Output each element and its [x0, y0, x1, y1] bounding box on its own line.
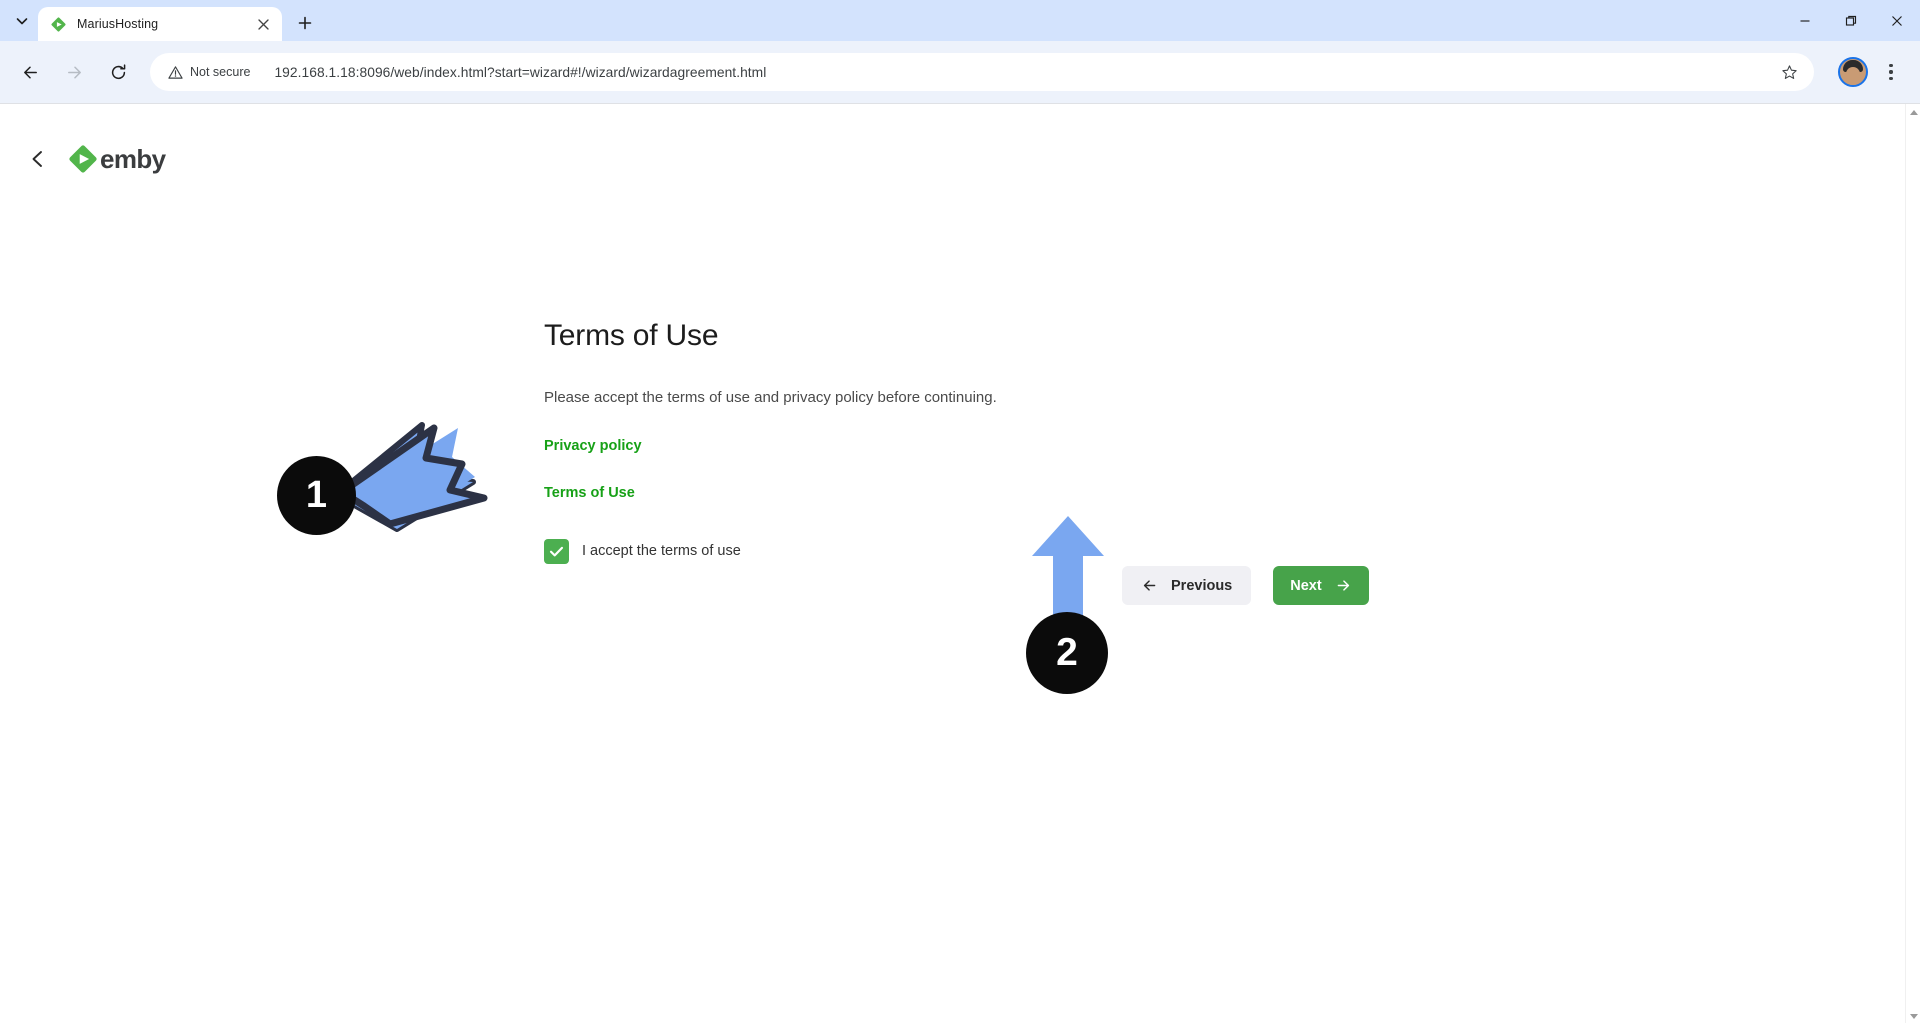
maximize-window-button[interactable] — [1828, 0, 1874, 41]
scroll-down-arrow-icon — [1909, 1013, 1918, 1019]
minimize-window-button[interactable] — [1782, 0, 1828, 41]
site-security-label: Not secure — [190, 65, 251, 79]
plus-icon — [298, 16, 312, 30]
page-back-button[interactable] — [16, 137, 60, 181]
emby-wordmark: emby — [100, 143, 166, 174]
accept-terms-row: I accept the terms of use — [544, 538, 1364, 564]
annotation-badge-2: 2 — [1026, 612, 1108, 694]
address-bar[interactable]: Not secure 192.168.1.18:8096/web/index.h… — [150, 53, 1814, 91]
new-tab-button[interactable] — [290, 8, 320, 38]
wizard-description: Please accept the terms of use and priva… — [544, 389, 997, 406]
window-controls — [1782, 0, 1920, 41]
page-viewport: emby Terms of Use Please accept the term… — [0, 103, 1920, 1023]
annotation-badge-1: 1 — [277, 456, 356, 535]
avatar-face — [1846, 67, 1860, 85]
menu-dot — [1889, 76, 1893, 81]
annotation-arrow-1 — [338, 422, 476, 532]
star-icon — [1781, 64, 1797, 79]
terms-of-use-link[interactable]: Terms of Use — [544, 485, 635, 501]
emby-header: emby — [0, 129, 166, 189]
arrow-left-icon — [1143, 580, 1156, 591]
bookmark-button[interactable] — [1772, 55, 1806, 89]
close-window-button[interactable] — [1874, 0, 1920, 41]
page-scrollbar[interactable] — [1905, 104, 1920, 1023]
close-icon — [257, 18, 269, 30]
previous-button[interactable]: Previous — [1122, 566, 1252, 605]
reload-icon — [111, 63, 125, 79]
scroll-up-arrow-icon — [1909, 109, 1918, 115]
browser-tab[interactable]: MariusHosting — [38, 7, 282, 41]
browser-toolbar: Not secure 192.168.1.18:8096/web/index.h… — [0, 41, 1920, 103]
tab-title: MariusHosting — [77, 17, 159, 31]
back-button[interactable] — [13, 55, 47, 89]
browser-chrome: MariusHosting Not secure 192.168.1.18:80… — [0, 0, 1920, 103]
minimize-icon — [1800, 19, 1810, 22]
maximize-icon — [1845, 15, 1857, 26]
warning-triangle-icon — [168, 65, 183, 79]
arrow-right-icon — [1337, 580, 1349, 591]
scrollbar-up-button[interactable] — [1906, 104, 1920, 120]
emby-logo[interactable]: emby — [68, 144, 166, 175]
wizard-button-row: Previous Next — [1122, 566, 1369, 605]
previous-button-label: Previous — [1171, 577, 1233, 594]
site-security-chip[interactable]: Not secure — [154, 57, 262, 87]
next-button[interactable]: Next — [1273, 566, 1369, 605]
forward-button[interactable] — [57, 55, 91, 89]
arrow-left-icon — [23, 66, 37, 78]
wizard-content: Terms of Use Please accept the terms of … — [544, 319, 1364, 564]
next-button-label: Next — [1290, 577, 1322, 594]
privacy-policy-link[interactable]: Privacy policy — [544, 438, 642, 454]
chevron-down-icon — [16, 18, 28, 25]
chevron-left-icon — [32, 151, 42, 167]
tab-search-button[interactable] — [8, 7, 36, 35]
checkmark-icon — [549, 546, 564, 556]
accept-terms-label[interactable]: I accept the terms of use — [582, 543, 741, 559]
reload-button[interactable] — [101, 55, 135, 89]
annotation-badge-2-label: 2 — [1056, 631, 1078, 674]
annotation-arrow-1-shape — [338, 424, 488, 528]
menu-dot — [1889, 70, 1893, 74]
scrollbar-down-button[interactable] — [1906, 1008, 1920, 1023]
arrow-right-icon — [67, 66, 81, 78]
browser-menu-button[interactable] — [1874, 55, 1908, 89]
tab-close-button[interactable] — [252, 13, 274, 35]
emby-diamond-icon — [51, 16, 66, 32]
accept-terms-checkbox[interactable] — [544, 538, 569, 564]
close-icon — [1892, 15, 1902, 26]
page-title: Terms of Use — [544, 319, 719, 352]
emby-diamond-play-icon — [69, 145, 97, 173]
tab-strip: MariusHosting — [0, 0, 1920, 41]
annotation-badge-1-label: 1 — [305, 474, 328, 516]
profile-avatar[interactable] — [1838, 57, 1868, 87]
url-text[interactable]: 192.168.1.18:8096/web/index.html?start=w… — [274, 65, 1772, 80]
three-dots-vertical-icon — [1889, 63, 1893, 68]
